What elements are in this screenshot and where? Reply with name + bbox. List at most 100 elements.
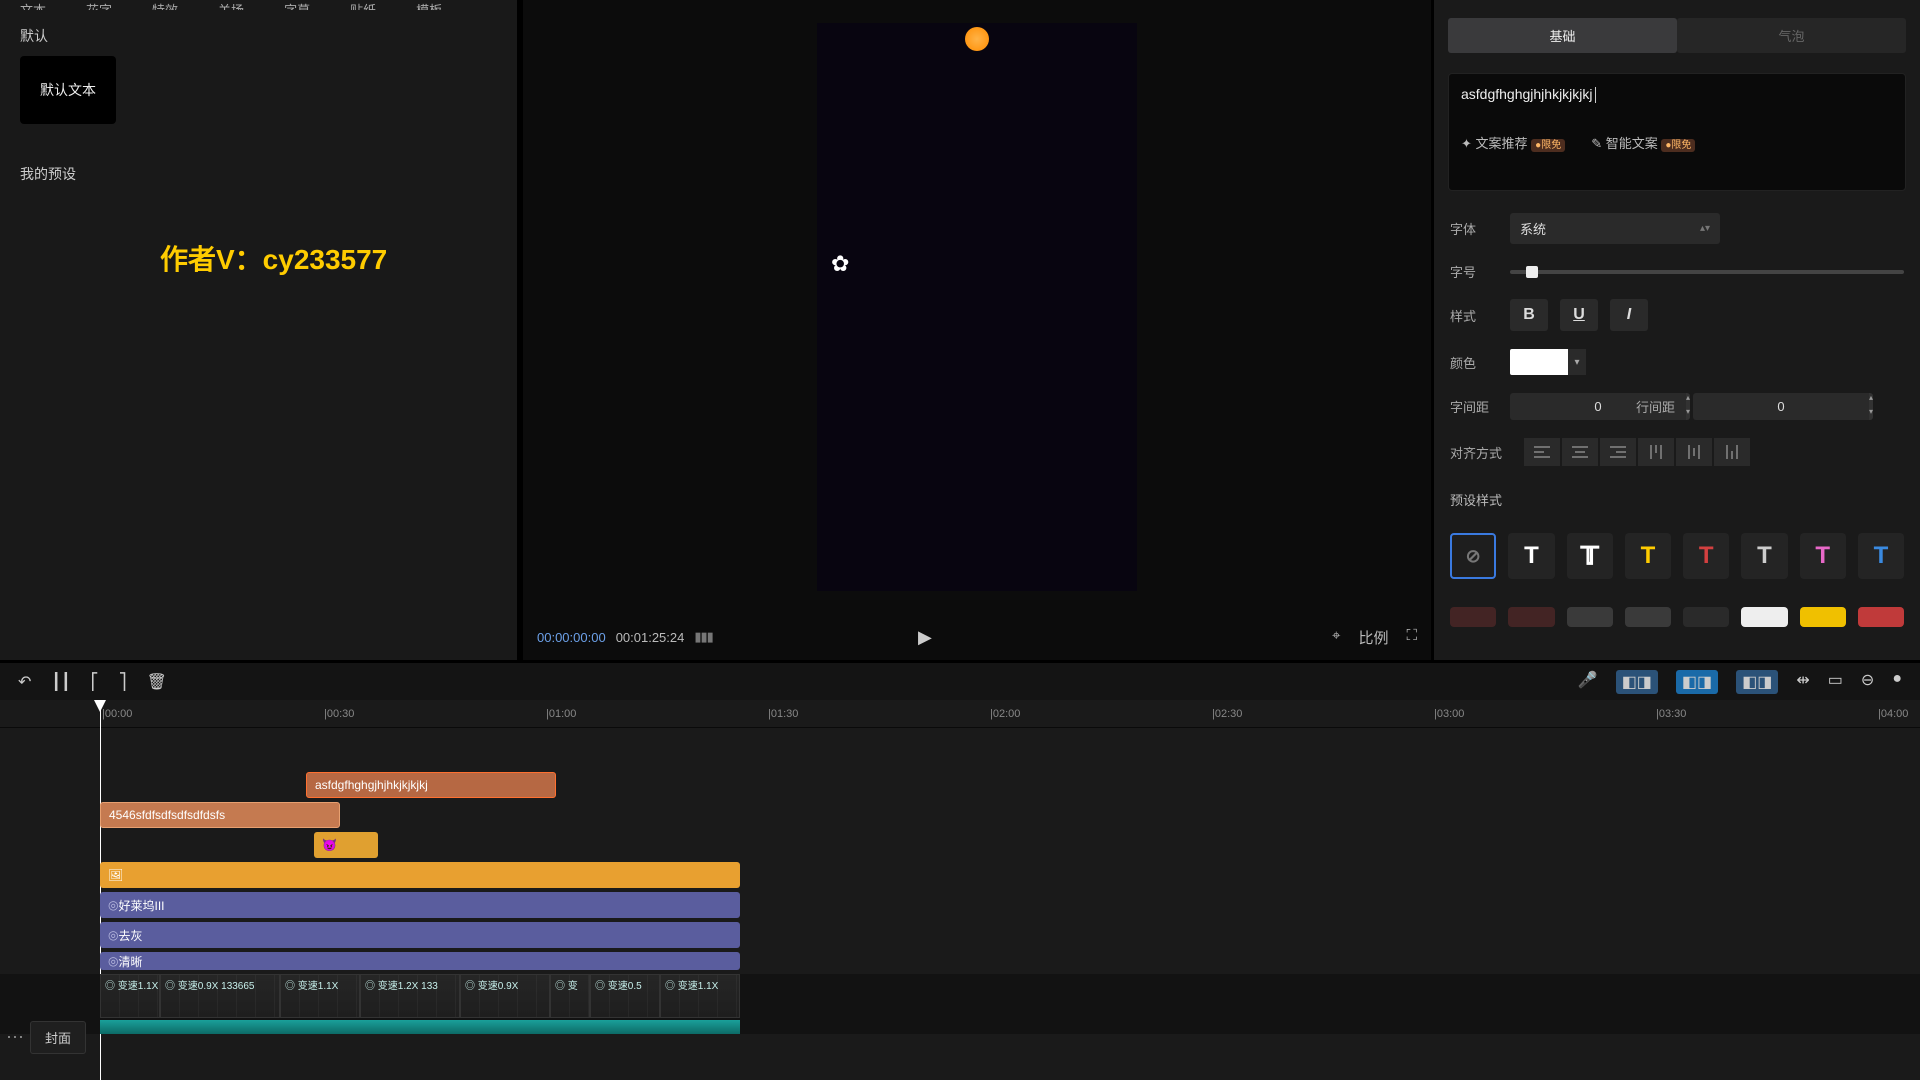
video-clip[interactable]: ◎ 变速0.9X 133665 xyxy=(160,974,280,1018)
tab-text[interactable]: 文本 xyxy=(20,0,46,10)
video-clip[interactable]: ◎ 变速0.9X xyxy=(460,974,550,1018)
delete-icon[interactable]: 🗑 xyxy=(147,672,167,692)
fx-clip[interactable]: 清晰 xyxy=(100,952,740,970)
video-clip[interactable]: ◎ 变速1.1X xyxy=(280,974,360,1018)
tab-basic[interactable]: 基础 xyxy=(1448,18,1677,53)
align-left[interactable] xyxy=(1524,438,1560,466)
align-center[interactable] xyxy=(1562,438,1598,466)
font-select[interactable]: 系统▴▾ xyxy=(1510,213,1720,244)
sticker-cog-icon: ✿ xyxy=(831,251,849,277)
time-ruler[interactable]: |00:00|00:30|01:00|01:30|02:00|02:30|03:… xyxy=(0,700,1920,728)
video-track[interactable]: ◎ 变速1.1X◎ 变速0.9X 133665◎ 变速1.1X◎ 变速1.2X … xyxy=(0,974,1920,1034)
text-content-input[interactable]: asfdgfhghgjhjhkjkjkjkj ✦ 文案推荐 ●限免 ✎ 智能文案… xyxy=(1448,73,1906,191)
image-clip[interactable]: 🖼 xyxy=(100,862,740,888)
sticker-clip[interactable]: 😈 xyxy=(314,832,378,858)
color-picker[interactable]: ▾ xyxy=(1510,349,1586,375)
ruler-tick: |02:00 xyxy=(990,708,1020,720)
video-clip[interactable]: ◎ 变速0.5 xyxy=(590,974,660,1018)
trim-right-icon[interactable]: ⎤ xyxy=(119,672,127,692)
asset-tabs: 文本 花字 特效 关场 字幕 贴纸 模板 xyxy=(0,0,517,10)
letter-spacing-input[interactable]: ▴▾ xyxy=(1510,393,1578,420)
preset-style-item[interactable]: T xyxy=(1800,533,1846,579)
text-track[interactable]: 4546sfdfsdfsdfsdfdsfs xyxy=(0,802,1920,828)
magnet-a-icon[interactable]: ◧◨ xyxy=(1616,670,1658,694)
ruler-tick: |03:00 xyxy=(1434,708,1464,720)
author-watermark: 作者V：cy233577 xyxy=(160,238,387,278)
align-label: 对齐方式 xyxy=(1450,443,1506,462)
tab-trans[interactable]: 关场 xyxy=(218,0,244,10)
video-clip[interactable]: ◎ 变速1.2X 133 xyxy=(360,974,460,1018)
preset-style-item[interactable]: 𝕋 xyxy=(1567,533,1613,579)
undo-icon[interactable]: ↶ xyxy=(18,672,31,692)
fx-clip[interactable]: 好莱坞III xyxy=(100,892,740,918)
player-bar: 00:00:00:00 00:01:25:24 ▮▮▮ ▶ ⌖ 比例 ⛶ xyxy=(523,614,1431,660)
preset-chip[interactable] xyxy=(1800,607,1846,627)
preset-chip[interactable] xyxy=(1450,607,1496,627)
magnet-c-icon[interactable]: ◧◨ xyxy=(1736,670,1778,694)
preset-style-item[interactable]: T xyxy=(1741,533,1787,579)
underline-button[interactable]: U xyxy=(1560,299,1598,331)
trim-left-icon[interactable]: ⎡ xyxy=(91,672,99,692)
snapshot-icon[interactable]: ⌖ xyxy=(1332,627,1340,648)
screen-icon[interactable]: ▭ xyxy=(1828,670,1843,694)
text-clip[interactable]: 4546sfdfsdfsdfsdfdsfs xyxy=(100,802,340,828)
ai-recommend-button[interactable]: ✦ 文案推荐 ●限免 xyxy=(1461,133,1565,152)
text-track[interactable]: asfdgfhghgjhjhkjkjkjkj xyxy=(0,772,1920,798)
split-icon[interactable]: ┃┃ xyxy=(51,672,70,692)
video-clip[interactable]: ◎ 变 xyxy=(550,974,590,1018)
italic-button[interactable]: I xyxy=(1610,299,1648,331)
text-value: asfdgfhghgjhjhkjkjkjkj xyxy=(1461,86,1593,102)
video-clip[interactable]: ◎ 变速1.1X xyxy=(100,974,160,1018)
bold-button[interactable]: B xyxy=(1510,299,1548,331)
fx-clip[interactable]: 去灰 xyxy=(100,922,740,948)
default-text-preset[interactable]: 默认文本 xyxy=(20,56,116,124)
align-v-top[interactable] xyxy=(1638,438,1674,466)
tab-bubble[interactable]: 气泡 xyxy=(1677,18,1906,53)
timeline-toolbar: ↶ ┃┃ ⎡ ⎤ 🗑 🎤 ◧◨ ◧◨ ◧◨ ⇹ ▭ ⊖ ● xyxy=(0,660,1920,700)
columns-icon[interactable]: ▮▮▮ xyxy=(694,629,712,645)
preset-chip[interactable] xyxy=(1567,607,1613,627)
align-right[interactable] xyxy=(1600,438,1636,466)
more-tracks-icon[interactable]: ⋯ xyxy=(6,1027,24,1048)
preview-canvas[interactable]: ✿ xyxy=(817,23,1137,591)
preset-none[interactable]: ⊘ xyxy=(1450,533,1496,579)
fx-track[interactable]: 好莱坞III xyxy=(0,892,1920,918)
cover-button[interactable]: 封面 xyxy=(30,1021,86,1054)
preset-chip[interactable] xyxy=(1683,607,1729,627)
preset-chip[interactable] xyxy=(1741,607,1787,627)
ai-smart-button[interactable]: ✎ 智能文案 ●限免 xyxy=(1591,133,1695,152)
magnet-b-icon[interactable]: ◧◨ xyxy=(1676,670,1718,694)
video-clip[interactable]: ◎ 变速1.1X xyxy=(660,974,740,1018)
tab-fx[interactable]: 特效 xyxy=(152,0,178,10)
preset-chip[interactable] xyxy=(1508,607,1554,627)
preset-style-item[interactable]: T xyxy=(1508,533,1554,579)
fullscreen-icon[interactable]: ⛶ xyxy=(1406,627,1417,648)
tab-sub[interactable]: 字幕 xyxy=(284,0,310,10)
align-v-mid[interactable] xyxy=(1676,438,1712,466)
line-spacing-input[interactable]: ▴▾ xyxy=(1693,393,1761,420)
tab-template[interactable]: 模板 xyxy=(416,0,442,10)
play-button[interactable]: ▶ xyxy=(918,627,932,648)
font-size-slider[interactable] xyxy=(1510,270,1904,274)
image-track[interactable]: 🖼 xyxy=(0,862,1920,888)
preset-style-item[interactable]: T xyxy=(1683,533,1729,579)
tab-sticker[interactable]: 贴纸 xyxy=(350,0,376,10)
fx-track[interactable]: 清晰 xyxy=(0,952,1920,970)
preset-style-item[interactable]: T xyxy=(1625,533,1671,579)
preset-chip[interactable] xyxy=(1858,607,1904,627)
mic-icon[interactable]: 🎤 xyxy=(1578,670,1598,694)
timeline[interactable]: |00:00|00:30|01:00|01:30|02:00|02:30|03:… xyxy=(0,700,1920,1080)
zoom-dot-icon[interactable]: ● xyxy=(1892,670,1902,694)
align-v-bot[interactable] xyxy=(1714,438,1750,466)
link-icon[interactable]: ⇹ xyxy=(1796,670,1809,694)
zoom-out-icon[interactable]: ⊖ xyxy=(1861,670,1874,694)
text-clip[interactable]: asfdgfhghgjhjhkjkjkjkj xyxy=(306,772,556,798)
sticker-track[interactable]: 😈 xyxy=(0,832,1920,858)
tab-fancy[interactable]: 花字 xyxy=(86,0,112,10)
color-label: 颜色 xyxy=(1450,353,1492,372)
preset-chip[interactable] xyxy=(1625,607,1671,627)
section-default: 默认 xyxy=(20,26,497,46)
ratio-button[interactable]: 比例 xyxy=(1358,627,1388,648)
fx-track[interactable]: 去灰 xyxy=(0,922,1920,948)
preset-style-item[interactable]: T xyxy=(1858,533,1904,579)
